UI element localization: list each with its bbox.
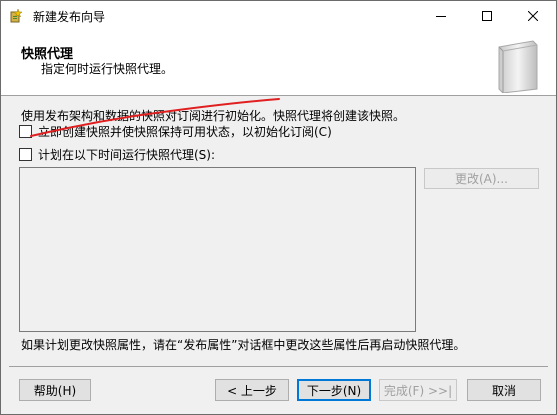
finish-button[interactable]: 完成(F) >>| [379,379,457,401]
option-schedule-snapshot[interactable]: 计划在以下时间运行快照代理(S): [19,146,215,163]
minimize-icon [436,16,446,17]
cancel-button[interactable]: 取消 [467,379,541,401]
title-bar: 新建发布向导 [1,1,556,31]
change-schedule-button[interactable]: 更改(A)... [424,168,539,189]
create-snapshot-label: 立即创建快照并使快照保持可用状态，以初始化订阅(C) [38,125,332,139]
maximize-button[interactable] [464,1,510,31]
create-snapshot-checkbox[interactable] [19,125,32,138]
wizard-header: 快照代理 指定何时运行快照代理。 [1,31,556,96]
option-create-snapshot-now[interactable]: 立即创建快照并使快照保持可用状态，以初始化订阅(C) [19,123,332,140]
schedule-textbox [19,167,416,332]
back-button[interactable]: < 上一步 [215,379,289,401]
next-button[interactable]: 下一步(N) [297,379,371,401]
description-text: 使用发布架构和数据的快照对订阅进行初始化。快照代理将创建该快照。 [21,109,406,123]
wizard-icon [10,8,23,23]
schedule-snapshot-checkbox[interactable] [19,148,32,161]
close-button[interactable] [510,1,556,31]
footer-divider [9,366,548,367]
schedule-snapshot-label: 计划在以下时间运行快照代理(S): [38,148,216,162]
minimize-button[interactable] [418,1,464,31]
new-publication-wizard-window: 新建发布向导 快照代理 指定何时运行快照代理。 使用发布架构和数据的快照对订阅进… [0,0,557,415]
window-title: 新建发布向导 [33,10,106,24]
close-icon [528,11,538,21]
book-illustration [498,40,538,93]
page-subtitle: 指定何时运行快照代理。 [41,62,174,76]
note-text: 如果计划更改快照属性，请在“发布属性”对话框中更改这些属性后再启动快照代理。 [21,338,466,352]
help-button[interactable]: 帮助(H) [19,379,91,401]
maximize-icon [482,11,492,21]
